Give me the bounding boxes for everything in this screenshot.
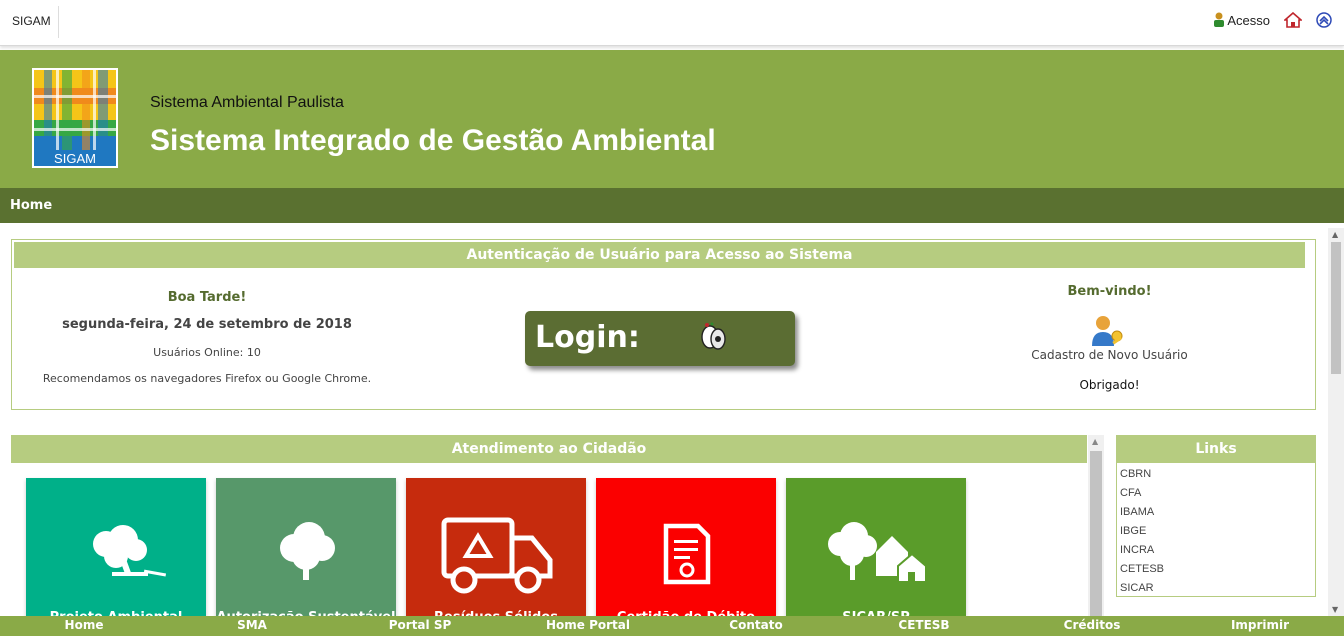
login-button[interactable]: Login: bbox=[525, 311, 795, 366]
scroll-top-icon[interactable] bbox=[1316, 12, 1332, 28]
acesso-link[interactable]: Acesso bbox=[1213, 12, 1270, 28]
top-bar: SIGAM Acesso bbox=[0, 0, 1344, 46]
link-item[interactable]: INCRA bbox=[1120, 543, 1164, 562]
brand-label[interactable]: SIGAM bbox=[12, 14, 51, 28]
footer-link-sma[interactable]: SMA bbox=[237, 618, 267, 632]
certificate-icon bbox=[663, 523, 711, 585]
sigam-logo: SIGAM bbox=[32, 68, 118, 168]
main-nav: Home bbox=[0, 188, 1344, 223]
new-user-icon[interactable] bbox=[1088, 312, 1126, 348]
inner-scrollbar-thumb[interactable] bbox=[1090, 451, 1102, 616]
footer-link-home-portal[interactable]: Home Portal bbox=[546, 618, 630, 632]
footer-link-creditos[interactable]: Créditos bbox=[1064, 618, 1121, 632]
link-item[interactable]: CBRN bbox=[1120, 467, 1164, 486]
signup-link[interactable]: Cadastro de Novo Usuário bbox=[1012, 348, 1207, 362]
atendimento-scrollbar[interactable]: ▲ bbox=[1088, 435, 1104, 616]
tree-icon bbox=[280, 522, 335, 580]
login-label: Login: bbox=[535, 320, 640, 355]
brand-divider bbox=[58, 6, 59, 38]
scroll-down-arrow-icon[interactable]: ▼ bbox=[1332, 605, 1338, 614]
inner-scroll-up-icon[interactable]: ▲ bbox=[1092, 437, 1098, 446]
scroll-up-arrow-icon[interactable]: ▲ bbox=[1332, 230, 1338, 239]
online-users-text: Usuários Online: 10 bbox=[153, 346, 261, 359]
atendimento-header: Atendimento ao Cidadão bbox=[11, 435, 1087, 463]
link-item[interactable]: CFA bbox=[1120, 486, 1164, 505]
tile-projeto-ambiental[interactable]: Projeto Ambiental bbox=[26, 478, 206, 618]
date-text: segunda-feira, 24 de setembro de 2018 bbox=[62, 317, 352, 332]
footer-nav: Home SMA Portal SP Home Portal Contato C… bbox=[0, 616, 1344, 636]
recycle-truck-icon bbox=[441, 517, 553, 594]
footer-link-imprimir[interactable]: Imprimir bbox=[1231, 618, 1289, 632]
footer-link-cetesb[interactable]: CETESB bbox=[898, 618, 949, 632]
link-item[interactable]: CETESB bbox=[1120, 562, 1164, 581]
welcome-text: Bem-vindo! bbox=[1067, 284, 1152, 299]
nav-home-link[interactable]: Home bbox=[10, 198, 52, 213]
site-header: SIGAM Sistema Ambiental Paulista Sistema… bbox=[0, 50, 1344, 188]
tree-house-icon bbox=[828, 522, 927, 583]
link-item[interactable]: IBGE bbox=[1120, 524, 1164, 543]
site-title: Sistema Integrado de Gestão Ambiental bbox=[150, 124, 716, 157]
footer-link-home[interactable]: Home bbox=[65, 618, 104, 632]
keys-icon bbox=[701, 322, 726, 350]
links-header: Links bbox=[1117, 436, 1315, 463]
page-scrollbar[interactable]: ▲ ▼ bbox=[1328, 228, 1344, 616]
links-list: CBRN CFA IBAMA IBGE INCRA CETESB SICAR bbox=[1120, 467, 1164, 600]
acesso-label: Acesso bbox=[1227, 12, 1270, 28]
tile-sicar[interactable]: SICAR/SP bbox=[786, 478, 966, 618]
top-actions: Acesso bbox=[1213, 12, 1332, 28]
footer-link-portal-sp[interactable]: Portal SP bbox=[389, 618, 452, 632]
thanks-text: Obrigado! bbox=[1079, 378, 1140, 392]
site-subtitle: Sistema Ambiental Paulista bbox=[150, 94, 344, 111]
tile-residuos-solidos[interactable]: Resíduos Sólidos bbox=[406, 478, 586, 618]
browser-recommendation: Recomendamos os navegadores Firefox ou G… bbox=[42, 372, 372, 385]
tree-cut-icon bbox=[93, 525, 167, 577]
auth-panel-header: Autenticação de Usuário para Acesso ao S… bbox=[14, 242, 1305, 268]
link-item[interactable]: SICAR bbox=[1120, 581, 1164, 600]
greeting-text: Boa Tarde! bbox=[167, 290, 247, 305]
scrollbar-thumb[interactable] bbox=[1331, 242, 1341, 374]
links-panel: Links CBRN CFA IBAMA IBGE INCRA CETESB S… bbox=[1116, 435, 1316, 597]
logo-text: SIGAM bbox=[54, 151, 96, 166]
auth-panel: Autenticação de Usuário para Acesso ao S… bbox=[11, 239, 1316, 410]
link-item[interactable]: IBAMA bbox=[1120, 505, 1164, 524]
user-icon bbox=[1214, 12, 1225, 27]
tile-autorizacao-sustentavel[interactable]: Autorização Sustentável bbox=[216, 478, 396, 618]
home-icon[interactable] bbox=[1284, 12, 1302, 28]
tile-certidao-debito[interactable]: Certidão de Débito bbox=[596, 478, 776, 618]
footer-link-contato[interactable]: Contato bbox=[729, 618, 782, 632]
